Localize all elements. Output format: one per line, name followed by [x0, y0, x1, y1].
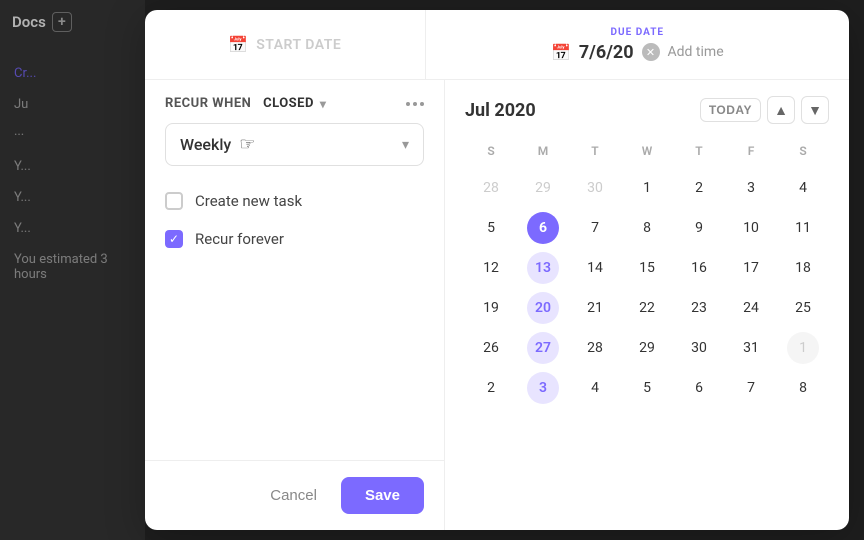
calendar-day[interactable]: 10: [725, 208, 777, 248]
calendar-day[interactable]: 6: [517, 208, 569, 248]
calendar-day[interactable]: 4: [569, 368, 621, 408]
calendar-grid: S M T W T F S 28293012345678910111213141…: [465, 140, 829, 408]
frequency-text: Weekly: [180, 135, 231, 154]
calendar-day[interactable]: 30: [569, 168, 621, 208]
calendar-day[interactable]: 30: [673, 328, 725, 368]
calendar-day[interactable]: 17: [725, 248, 777, 288]
day-header-tue: T: [569, 140, 621, 168]
calendar-day[interactable]: 8: [777, 368, 829, 408]
calendar-day[interactable]: 31: [725, 328, 777, 368]
calendar-day[interactable]: 3: [725, 168, 777, 208]
calendar-day[interactable]: 1: [777, 328, 829, 368]
recur-header: RECUR WHEN CLOSED ▾: [145, 80, 444, 123]
day-header-sun: S: [465, 140, 517, 168]
recur-forever-row: ✓ Recur forever: [145, 220, 444, 258]
calendar-nav: Jul 2020 TODAY ▲ ▼: [465, 96, 829, 124]
calendar-day[interactable]: 5: [465, 208, 517, 248]
frequency-dropdown[interactable]: Weekly ☞ ▾: [165, 123, 424, 166]
calendar-day[interactable]: 23: [673, 288, 725, 328]
calendar-day[interactable]: 3: [517, 368, 569, 408]
calendar-day[interactable]: 25: [777, 288, 829, 328]
day-header-mon: M: [517, 140, 569, 168]
day-header-thu: T: [673, 140, 725, 168]
calendar-day[interactable]: 26: [465, 328, 517, 368]
calendar-day[interactable]: 1: [621, 168, 673, 208]
day-header-wed: W: [621, 140, 673, 168]
left-panel: RECUR WHEN CLOSED ▾ Weekly ☞ ▾: [145, 80, 445, 530]
due-date-value-row: 📅 7/6/20 ✕ Add time: [551, 42, 724, 63]
dialog-header: 📅 START DATE DUE DATE 📅 7/6/20 ✕ Add tim…: [145, 10, 849, 80]
calendar-day[interactable]: 16: [673, 248, 725, 288]
calendar-day[interactable]: 24: [725, 288, 777, 328]
calendar-day[interactable]: 8: [621, 208, 673, 248]
cursor-icon: ☞: [239, 134, 255, 155]
day-header-fri: F: [725, 140, 777, 168]
recur-forever-label: Recur forever: [195, 230, 284, 248]
calendar-day[interactable]: 29: [517, 168, 569, 208]
calendar-day[interactable]: 29: [621, 328, 673, 368]
dialog-footer: Cancel Save: [145, 460, 444, 530]
calendar-day[interactable]: 19: [465, 288, 517, 328]
calendar-nav-right: TODAY ▲ ▼: [700, 96, 829, 124]
dialog-body: RECUR WHEN CLOSED ▾ Weekly ☞ ▾: [145, 80, 849, 530]
start-date-section[interactable]: 📅 START DATE: [145, 10, 426, 79]
dot-3: [420, 102, 424, 106]
calendar-day[interactable]: 18: [777, 248, 829, 288]
dot-2: [413, 102, 417, 106]
prev-month-button[interactable]: ▲: [767, 96, 795, 124]
recur-title-part1: RECUR WHEN: [165, 96, 251, 111]
add-time-button[interactable]: Add time: [668, 44, 724, 60]
due-date-top-label: DUE DATE: [611, 27, 665, 38]
due-date-section[interactable]: DUE DATE 📅 7/6/20 ✕ Add time: [426, 10, 849, 79]
calendar-day[interactable]: 20: [517, 288, 569, 328]
calendar-day[interactable]: 22: [621, 288, 673, 328]
calendar-day[interactable]: 9: [673, 208, 725, 248]
calendar-panel: Jul 2020 TODAY ▲ ▼ S M T W T F S: [445, 80, 849, 530]
recur-title-part2: CLOSED: [263, 96, 314, 111]
calendar-day[interactable]: 7: [725, 368, 777, 408]
save-button[interactable]: Save: [341, 477, 424, 514]
calendar-day[interactable]: 27: [517, 328, 569, 368]
calendar-day[interactable]: 7: [569, 208, 621, 248]
calendar-day[interactable]: 15: [621, 248, 673, 288]
recur-chevron-icon[interactable]: ▾: [320, 97, 327, 111]
calendar-day[interactable]: 11: [777, 208, 829, 248]
calendar-day[interactable]: 5: [621, 368, 673, 408]
today-button[interactable]: TODAY: [700, 98, 761, 122]
date-picker-dialog: 📅 START DATE DUE DATE 📅 7/6/20 ✕ Add tim…: [145, 10, 849, 530]
next-month-button[interactable]: ▼: [801, 96, 829, 124]
start-date-calendar-icon: 📅: [228, 35, 248, 54]
create-new-task-row: Create new task: [145, 182, 444, 220]
cancel-button[interactable]: Cancel: [258, 479, 329, 512]
due-date-text: 7/6/20: [579, 42, 634, 63]
create-new-task-label: Create new task: [195, 192, 302, 210]
frequency-label: Weekly ☞: [180, 134, 255, 155]
calendar-day[interactable]: 28: [465, 168, 517, 208]
calendar-day[interactable]: 14: [569, 248, 621, 288]
recur-more-button[interactable]: [406, 102, 424, 106]
dot-1: [406, 102, 410, 106]
start-date-label: START DATE: [256, 37, 341, 53]
due-date-clear-button[interactable]: ✕: [642, 43, 660, 61]
calendar-day[interactable]: 2: [673, 168, 725, 208]
recur-forever-checkbox[interactable]: ✓: [165, 230, 183, 248]
calendar-day[interactable]: 2: [465, 368, 517, 408]
calendar-day[interactable]: 21: [569, 288, 621, 328]
frequency-chevron-icon: ▾: [402, 137, 409, 153]
calendar-day[interactable]: 13: [517, 248, 569, 288]
calendar-day[interactable]: 4: [777, 168, 829, 208]
recur-title: RECUR WHEN CLOSED ▾: [165, 96, 326, 111]
calendar-month-year: Jul 2020: [465, 100, 536, 121]
calendar-day[interactable]: 28: [569, 328, 621, 368]
calendar-day[interactable]: 6: [673, 368, 725, 408]
create-new-task-checkbox[interactable]: [165, 192, 183, 210]
due-date-calendar-icon: 📅: [551, 43, 571, 62]
day-header-sat: S: [777, 140, 829, 168]
calendar-day[interactable]: 12: [465, 248, 517, 288]
